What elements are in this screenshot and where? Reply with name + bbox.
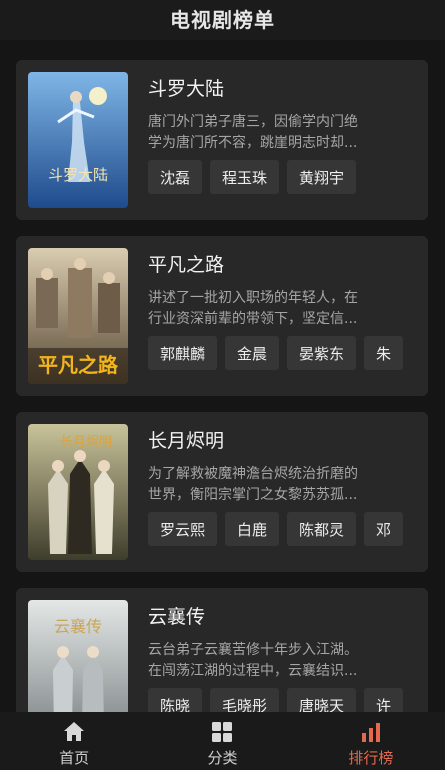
actor-chip[interactable]: 朱 <box>364 336 404 370</box>
drama-card[interactable]: 云襄传 云襄传 云台弟子云襄苦修十年步入江湖。 在闯荡江湖的过程中，云襄结识..… <box>16 588 428 712</box>
actor-chip[interactable]: 陈都灵 <box>287 512 357 546</box>
actor-list: 陈晓 毛晓彤 唐晓天 许 <box>148 688 410 712</box>
actor-list: 罗云熙 白鹿 陈都灵 邓 <box>148 512 410 546</box>
actor-chip[interactable]: 晏紫东 <box>287 336 357 370</box>
tab-home[interactable]: 首页 <box>0 712 148 770</box>
tab-label: 排行榜 <box>348 749 394 767</box>
drama-title[interactable]: 平凡之路 <box>148 250 224 277</box>
drama-description: 唐门外门弟子唐三，因偷学内门绝 学为唐门所不容，跳崖明志时却... <box>148 114 358 151</box>
actor-chip[interactable]: 郭麒麟 <box>148 336 218 370</box>
actor-list: 郭麒麟 金晨 晏紫东 朱 <box>148 336 410 370</box>
actor-chip[interactable]: 邓 <box>364 512 404 546</box>
poster-image: 长月烬明 <box>28 424 128 560</box>
svg-text:斗罗大陆: 斗罗大陆 <box>48 166 108 184</box>
poster-image: 平凡之路 <box>28 248 128 384</box>
actor-chip[interactable]: 程玉珠 <box>210 160 280 194</box>
bar-chart-icon <box>361 723 380 742</box>
page-title: 电视剧榜单 <box>170 7 275 32</box>
poster-image: 斗罗大陆 <box>28 72 128 208</box>
actor-chip[interactable]: 许 <box>364 688 404 712</box>
drama-description: 云台弟子云襄苦修十年步入江湖。 在闯荡江湖的过程中，云襄结识... <box>148 642 358 679</box>
tab-category[interactable]: 分类 <box>148 712 296 770</box>
drama-title[interactable]: 斗罗大陆 <box>148 74 224 101</box>
tab-ranking[interactable]: 排行榜 <box>297 712 445 770</box>
home-icon <box>64 722 85 741</box>
actor-chip[interactable]: 沈磊 <box>148 160 203 194</box>
actor-chip[interactable]: 唐晓天 <box>287 688 357 712</box>
drama-description: 为了解救被魔神澹台烬统治折磨的 世界，衡阳宗掌门之女黎苏苏孤... <box>148 466 358 503</box>
drama-title[interactable]: 云襄传 <box>148 602 205 629</box>
svg-text:平凡之路: 平凡之路 <box>38 353 119 377</box>
actor-list: 沈磊 程玉珠 黄翔宇 <box>148 160 410 194</box>
drama-card[interactable]: 长月烬明 长月烬明 为了解救被魔神澹台烬统治折磨的 世界，衡阳宗掌门之女黎苏苏孤… <box>16 412 428 572</box>
svg-text:长月烬明: 长月烬明 <box>60 434 112 450</box>
actor-chip[interactable]: 金晨 <box>225 336 280 370</box>
drama-card[interactable]: 平凡之路 平凡之路 讲述了一批初入职场的年轻人，在 行业资深前辈的带领下，坚定信… <box>16 236 428 396</box>
top-bar: 电视剧榜单 <box>0 0 445 40</box>
grid-icon <box>212 722 233 742</box>
bottom-tab-bar: 首页 分类 排行榜 <box>0 712 445 770</box>
tab-label: 首页 <box>59 749 90 767</box>
actor-chip[interactable]: 罗云熙 <box>148 512 218 546</box>
tab-label: 分类 <box>207 749 238 767</box>
actor-chip[interactable]: 毛晓彤 <box>210 688 280 712</box>
drama-title[interactable]: 长月烬明 <box>148 426 224 453</box>
actor-chip[interactable]: 陈晓 <box>148 688 203 712</box>
actor-chip[interactable]: 黄翔宇 <box>287 160 357 194</box>
drama-description: 讲述了一批初入职场的年轻人，在 行业资深前辈的带领下，坚定信... <box>148 290 358 327</box>
drama-card[interactable]: 斗罗大陆 斗罗大陆 唐门外门弟子唐三，因偷学内门绝 学为唐门所不容，跳崖明志时却… <box>16 60 428 220</box>
poster-image: 云襄传 <box>28 600 128 712</box>
actor-chip[interactable]: 白鹿 <box>225 512 280 546</box>
drama-list[interactable]: 斗罗大陆 斗罗大陆 唐门外门弟子唐三，因偷学内门绝 学为唐门所不容，跳崖明志时却… <box>0 40 445 712</box>
svg-text:云襄传: 云襄传 <box>54 617 102 636</box>
